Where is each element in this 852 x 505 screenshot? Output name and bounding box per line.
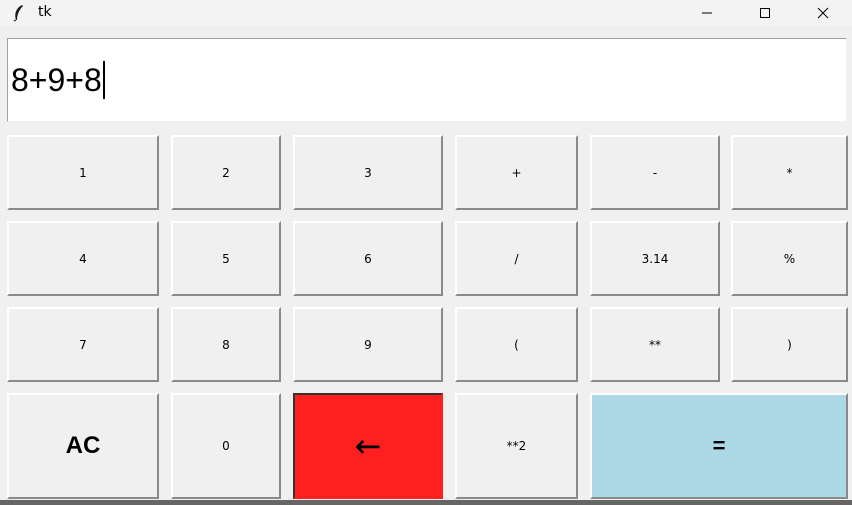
key-multiply[interactable]: * — [731, 135, 848, 210]
key-8[interactable]: 8 — [171, 307, 281, 382]
key-plus[interactable]: + — [455, 135, 578, 210]
equals-button[interactable]: = — [590, 393, 848, 499]
key-power[interactable]: ** — [590, 307, 720, 382]
key-modulo[interactable]: % — [731, 221, 848, 296]
key-4[interactable]: 4 — [7, 221, 159, 296]
key-left-paren[interactable]: ( — [455, 307, 578, 382]
key-divide[interactable]: / — [455, 221, 578, 296]
key-6[interactable]: 6 — [293, 221, 443, 296]
expression-text: 8+9+8 — [11, 61, 105, 99]
key-3[interactable]: 3 — [293, 135, 443, 210]
close-button[interactable] — [794, 0, 852, 26]
key-0[interactable]: 0 — [171, 393, 281, 499]
key-right-paren[interactable]: ) — [731, 307, 848, 382]
feather-icon — [10, 4, 28, 22]
maximize-icon — [759, 4, 771, 23]
clear-all-button[interactable]: AC — [7, 393, 159, 499]
expression-value: 8+9+8 — [11, 62, 102, 98]
backspace-button[interactable]: ← — [293, 393, 443, 499]
key-9[interactable]: 9 — [293, 307, 443, 382]
maximize-button[interactable] — [736, 0, 794, 26]
key-7[interactable]: 7 — [7, 307, 159, 382]
title-bar: tk — [0, 0, 852, 26]
minimize-button[interactable] — [678, 0, 736, 26]
key-minus[interactable]: - — [590, 135, 720, 210]
window-bottom-edge — [0, 500, 852, 505]
key-2[interactable]: 2 — [171, 135, 281, 210]
key-square[interactable]: **2 — [455, 393, 578, 499]
key-pi[interactable]: 3.14 — [590, 221, 720, 296]
expression-display[interactable]: 8+9+8 — [7, 38, 847, 122]
key-5[interactable]: 5 — [171, 221, 281, 296]
text-caret — [102, 61, 105, 99]
close-icon — [817, 4, 829, 23]
minimize-icon — [701, 4, 713, 23]
key-1[interactable]: 1 — [7, 135, 159, 210]
window-title: tk — [38, 4, 52, 20]
